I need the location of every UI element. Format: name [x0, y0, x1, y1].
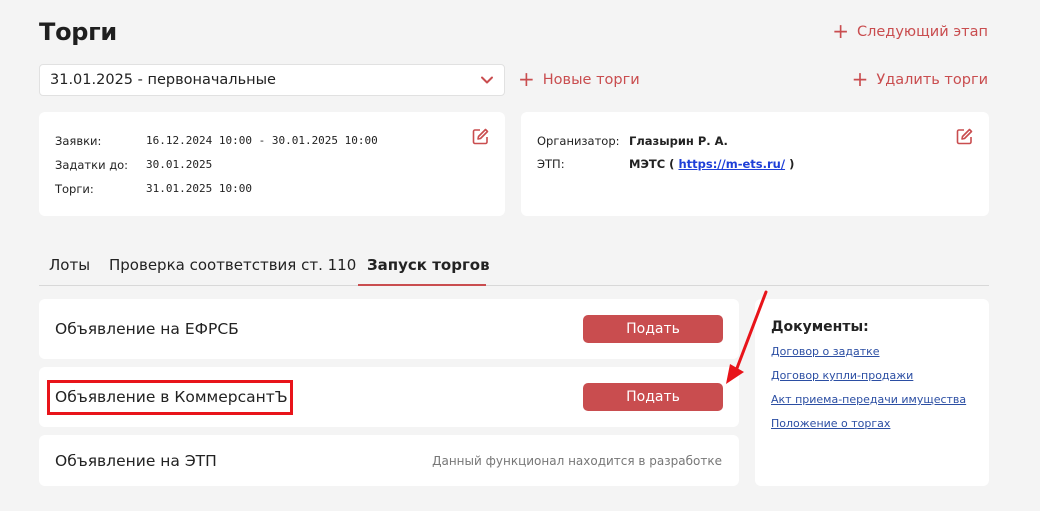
list-item-efrsb: Объявление на ЕФРСБ Подать	[39, 299, 739, 359]
page-title: Торги	[39, 18, 117, 46]
etp-value: МЭТС ( https://m-ets.ru/ )	[629, 157, 794, 171]
next-stage-label: Следующий этап	[856, 24, 988, 40]
doc-link-sale-agreement[interactable]: Договор купли-продажи	[771, 369, 913, 382]
trades-value: 31.01.2025 10:00	[146, 182, 252, 195]
etp-suffix: )	[789, 157, 795, 171]
dates-card: Заявки: 16.12.2024 10:00 - 30.01.2025 10…	[39, 112, 505, 216]
active-tab-indicator	[358, 284, 486, 286]
etp-label: ЭТП:	[537, 157, 565, 171]
documents-title: Документы:	[771, 319, 869, 335]
edit-icon[interactable]	[472, 128, 489, 145]
applications-label: Заявки:	[55, 134, 102, 148]
submit-kommersant-button[interactable]: Подать	[583, 383, 723, 411]
trades-select[interactable]: 31.01.2025 - первоначальные	[39, 64, 505, 96]
documents-card: Документы: Договор о задатке Договор куп…	[755, 299, 989, 486]
chevron-down-icon	[481, 76, 493, 84]
plus-icon: +	[518, 67, 535, 91]
deposits-label: Задатки до:	[55, 158, 129, 172]
applications-value: 16.12.2024 10:00 - 30.01.2025 10:00	[146, 134, 378, 147]
tab-launch-trades[interactable]: Запуск торгов	[367, 256, 490, 274]
annotation-arrow	[726, 290, 768, 384]
etp-link[interactable]: https://m-ets.ru/	[678, 157, 785, 171]
tab-lots[interactable]: Лоты	[49, 256, 90, 274]
new-trades-button[interactable]: + Новые торги	[518, 67, 640, 91]
tab-compliance-check[interactable]: Проверка соответствия ст. 110	[109, 256, 356, 274]
organizer-label: Организатор:	[537, 134, 620, 148]
plus-icon: +	[851, 67, 869, 91]
next-stage-button[interactable]: + Следующий этап	[832, 19, 988, 43]
tabs-bar: Лоты Проверка соответствия ст. 110 Запус…	[39, 246, 989, 286]
trades-select-value: 31.01.2025 - первоначальные	[50, 72, 276, 88]
doc-link-deposit-agreement[interactable]: Договор о задатке	[771, 345, 880, 358]
organizer-card: Организатор: Глазырин Р. А. ЭТП: МЭТС ( …	[521, 112, 989, 216]
list-item-etp: Объявление на ЭТП Данный функционал нахо…	[39, 435, 739, 486]
delete-trades-label: Удалить торги	[876, 72, 988, 88]
development-note: Данный функционал находится в разработке	[432, 454, 722, 468]
deposits-value: 30.01.2025	[146, 158, 213, 171]
etp-row-label: Объявление на ЭТП	[55, 452, 217, 470]
edit-icon[interactable]	[956, 128, 973, 145]
doc-link-transfer-act[interactable]: Акт приема-передачи имущества	[771, 393, 966, 406]
highlight-box	[47, 380, 293, 415]
plus-icon: +	[832, 19, 849, 43]
new-trades-label: Новые торги	[542, 72, 640, 88]
etp-prefix: МЭТС (	[629, 157, 675, 171]
efrsb-label: Объявление на ЕФРСБ	[55, 320, 239, 338]
doc-link-trades-regulation[interactable]: Положение о торгах	[771, 417, 890, 430]
delete-trades-button[interactable]: + Удалить торги	[851, 67, 988, 91]
submit-efrsb-button[interactable]: Подать	[583, 315, 723, 343]
organizer-value: Глазырин Р. А.	[629, 134, 728, 148]
trades-label: Торги:	[55, 182, 94, 196]
